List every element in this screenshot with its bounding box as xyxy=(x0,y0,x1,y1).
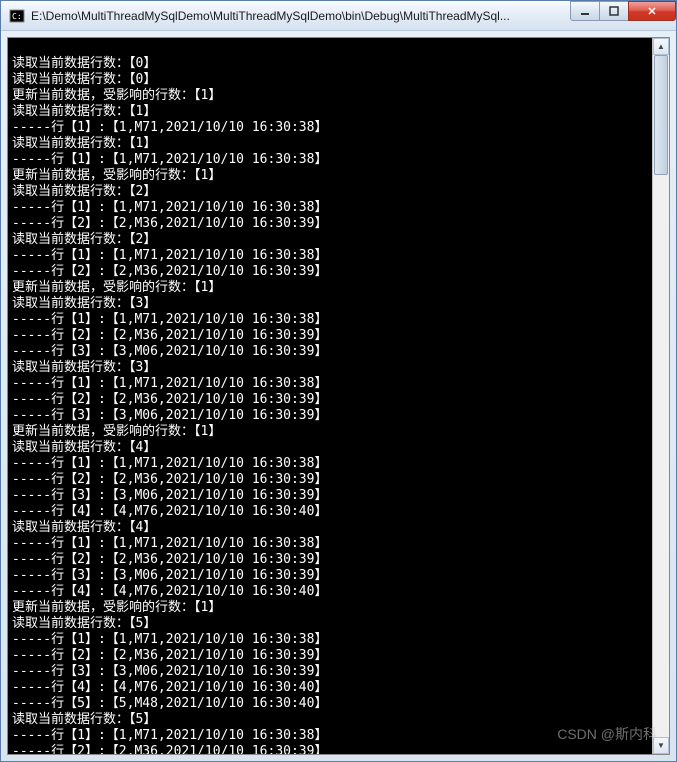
console-icon: C: xyxy=(9,8,25,24)
maximize-button[interactable] xyxy=(599,1,629,21)
vertical-scrollbar[interactable]: ▲ ▼ xyxy=(652,38,669,754)
window-title: E:\Demo\MultiThreadMySqlDemo\MultiThread… xyxy=(31,9,571,23)
console-output: 读取当前数据行数：【0】 读取当前数据行数：【0】 更新当前数据，受影响的行数：… xyxy=(8,38,652,754)
scroll-up-arrow-icon[interactable]: ▲ xyxy=(653,38,669,55)
scroll-down-arrow-icon[interactable]: ▼ xyxy=(653,737,669,754)
minimize-button[interactable] xyxy=(570,1,600,21)
window-frame: C: E:\Demo\MultiThreadMySqlDemo\MultiThr… xyxy=(0,0,677,762)
scroll-thumb[interactable] xyxy=(654,55,668,175)
close-button[interactable] xyxy=(628,1,676,21)
console-frame: 读取当前数据行数：【0】 读取当前数据行数：【0】 更新当前数据，受影响的行数：… xyxy=(7,37,670,755)
svg-text:C:: C: xyxy=(12,12,22,21)
titlebar[interactable]: C: E:\Demo\MultiThreadMySqlDemo\MultiThr… xyxy=(1,1,676,31)
window-controls xyxy=(571,1,676,21)
